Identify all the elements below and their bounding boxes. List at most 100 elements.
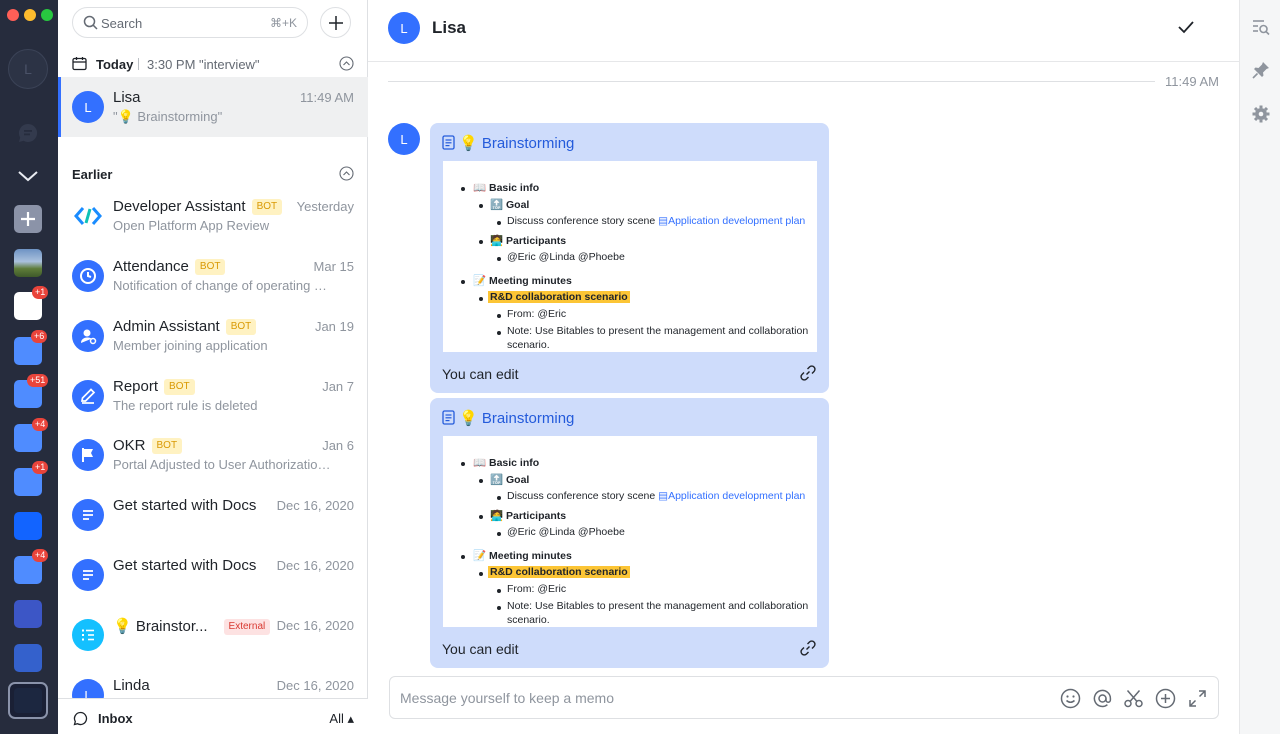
doc-link[interactable]: ▤Application development plan [658,215,805,227]
document-icon [442,410,455,425]
app-icon-8[interactable] [14,600,42,628]
active-workspace-icon[interactable] [8,682,48,719]
doc-card[interactable]: 💡 Brainstorming 📖 Basic info 🔝 Goal Disc… [430,398,829,668]
emoji-icon[interactable] [1060,688,1081,709]
doc-text: From: @Eric [507,583,567,595]
chat-item-developer-assistant[interactable]: Developer Assistant BOT Open Platform App… [58,186,368,246]
doc-subheading: 🔝 Goal [490,199,530,211]
collapse-icon[interactable] [339,166,354,181]
bot-tag: BOT [225,319,257,335]
doc-preview[interactable]: 📖 Basic info 🔝 Goal Discuss conference s… [443,161,817,352]
chat-item-okr[interactable]: OKR BOT Portal Adjusted to User Authoriza… [58,425,368,485]
app-icon-6[interactable] [14,512,42,540]
search-input[interactable]: Search ⌘+K [72,7,308,38]
scissors-icon[interactable] [1123,688,1144,709]
bot-tag: BOT [194,259,226,275]
message-avatar[interactable]: L [388,123,420,155]
chat-item-linda[interactable]: L Linda Dec 16, 2020 [58,665,368,698]
messenger-icon[interactable] [14,119,42,147]
window-zoom-button[interactable] [41,9,53,21]
chat-list-panel: Search ⌘+K Today 3:30 PM "interview" L L… [58,0,368,734]
settings-gear-icon[interactable] [1252,105,1270,123]
chat-preview: Open Platform App Review [113,218,270,233]
doc-text: Discuss conference story scene ▤Applicat… [507,215,806,227]
flag-icon [72,439,104,471]
doc-subheading: 🔝 Goal [490,474,530,486]
docs-icon [72,499,104,531]
collapse-icon[interactable] [339,56,354,71]
mention-icon[interactable] [1092,688,1113,709]
avatar: L [72,91,104,123]
chat-pane: L Lisa 11:49 AM L 💡 Brainstorming 📖 Basi… [368,0,1239,734]
chat-title: 💡 Brainstor... External [113,617,271,635]
doc-text: @Eric @Linda @Phoebe [507,251,625,263]
done-check-icon[interactable] [1176,17,1196,37]
add-attachment-icon[interactable] [1155,688,1176,709]
next-event[interactable]: 3:30 PM "interview" [147,57,260,72]
app-icon-9[interactable] [14,644,42,672]
doc-text: From: @Eric [507,308,567,320]
expand-chevron-icon[interactable] [14,162,42,190]
bot-tag: BOT [151,438,183,454]
expand-icon[interactable] [1187,688,1208,709]
chat-item-docs[interactable]: Get started with Docs Dec 16, 2020 [58,485,368,545]
pencil-icon [72,380,104,412]
chat-time: Yesterday [296,199,354,214]
chat-time: Dec 16, 2020 [276,558,354,573]
time-divider [388,81,1155,82]
chat-time: 11:49 AM [300,90,354,105]
chat-time: Dec 16, 2020 [276,498,354,513]
message-input[interactable]: Message yourself to keep a memo [389,676,1219,719]
document-icon [442,135,455,150]
window-minimize-button[interactable] [24,9,36,21]
search-history-icon[interactable] [1252,18,1270,36]
photo-app-icon[interactable] [14,249,42,277]
chat-time: Dec 16, 2020 [276,678,354,693]
window-close-button[interactable] [7,9,19,21]
permission-label: You can edit [442,366,519,382]
inbox-label[interactable]: Inbox [98,711,133,726]
pin-icon[interactable] [1252,61,1270,79]
filter-all-button[interactable]: All ▴ [329,711,354,727]
notification-badge: +4 [32,418,49,431]
earlier-section-header: Earlier [58,163,368,185]
app-rail: L +1 +6 +51 +4 +1 +4 [0,0,58,734]
doc-preview[interactable]: 📖 Basic info 🔝 Goal Discuss conference s… [443,436,817,627]
earlier-label: Earlier [72,167,113,182]
doc-card[interactable]: 💡 Brainstorming 📖 Basic info 🔝 Goal Disc… [430,123,829,393]
profile-avatar[interactable]: L [8,49,48,89]
external-tag: External [223,619,271,635]
doc-link[interactable]: ▤Application development plan [658,490,805,502]
chat-item-lisa[interactable]: L Lisa "💡 Brainstorming" 11:49 AM [58,77,368,137]
notification-badge: +4 [32,549,49,562]
chat-preview: Member joining application [113,338,268,353]
chat-header-title[interactable]: Lisa [432,18,466,38]
search-placeholder: Search [101,16,143,31]
doc-highlight: R&D collaboration scenario [488,291,630,303]
search-shortcut: ⌘+K [269,16,297,30]
chat-preview: Notification of change of operating e... [113,278,331,293]
chat-item-docs[interactable]: Get started with Docs Dec 16, 2020 [58,545,368,605]
chat-time: Dec 16, 2020 [276,618,354,633]
outline-icon [72,619,104,651]
doc-card-title[interactable]: 💡 Brainstorming [442,409,574,427]
chat-avatar[interactable]: L [388,12,420,44]
create-button[interactable] [320,7,351,38]
notification-badge: +51 [27,374,49,387]
add-app-icon[interactable] [14,205,42,233]
chat-item-attendance[interactable]: Attendance BOT Notification of change of … [58,246,368,306]
today-section-header: Today 3:30 PM "interview" [58,53,368,75]
chat-title: Get started with Docs [113,497,257,514]
chat-item-admin-assistant[interactable]: Admin Assistant BOT Member joining applic… [58,306,368,366]
chat-title: Attendance BOT [113,258,226,275]
link-icon[interactable] [799,364,817,382]
doc-heading: 📝 Meeting minutes [473,275,572,287]
chat-preview: The report rule is deleted [113,398,258,413]
chat-item-brainstorming[interactable]: 💡 Brainstor... External Dec 16, 2020 [58,605,368,665]
chat-item-report[interactable]: Report BOT The report rule is deleted Jan… [58,366,368,426]
avatar: L [72,679,104,698]
right-toolbar [1239,0,1280,734]
doc-card-title[interactable]: 💡 Brainstorming [442,134,574,152]
doc-text: Discuss conference story scene ▤Applicat… [507,490,806,502]
link-icon[interactable] [799,639,817,657]
